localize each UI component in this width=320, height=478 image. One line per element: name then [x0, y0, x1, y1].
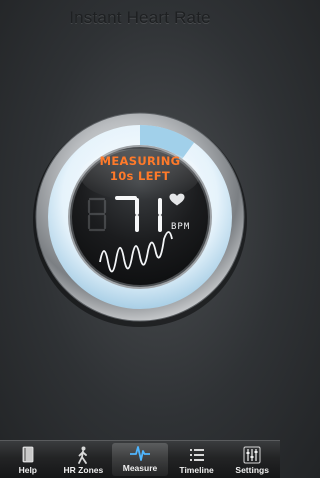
measuring-status: MEASURING [99, 154, 181, 168]
tab-measure[interactable]: Measure [112, 443, 168, 476]
tab-help[interactable]: Help [0, 441, 56, 478]
sliders-icon [243, 446, 261, 464]
list-icon [189, 449, 204, 461]
tab-hr-zones-label: HR Zones [63, 465, 104, 475]
tab-hr-zones[interactable]: HR Zones [56, 441, 112, 478]
heart-rate-gauge: MEASURING 10s LEFT BPM 71 [0, 0, 280, 440]
tab-settings[interactable]: Settings [224, 441, 280, 478]
time-left-status: 10s LEFT [109, 169, 171, 183]
tab-timeline[interactable]: Timeline [169, 441, 225, 478]
walking-person-icon [78, 446, 88, 464]
book-icon [22, 446, 34, 463]
tab-measure-label: Measure [122, 463, 158, 473]
bpm-unit-label: BPM [171, 222, 191, 232]
tab-help-label: Help [18, 465, 37, 475]
heartbeat-pulse-icon [129, 446, 150, 461]
tab-timeline-label: Timeline [179, 465, 214, 475]
tab-bar: Help HR Zones Measure Timeline Settings [0, 440, 280, 478]
tab-settings-label: Settings [235, 465, 269, 475]
